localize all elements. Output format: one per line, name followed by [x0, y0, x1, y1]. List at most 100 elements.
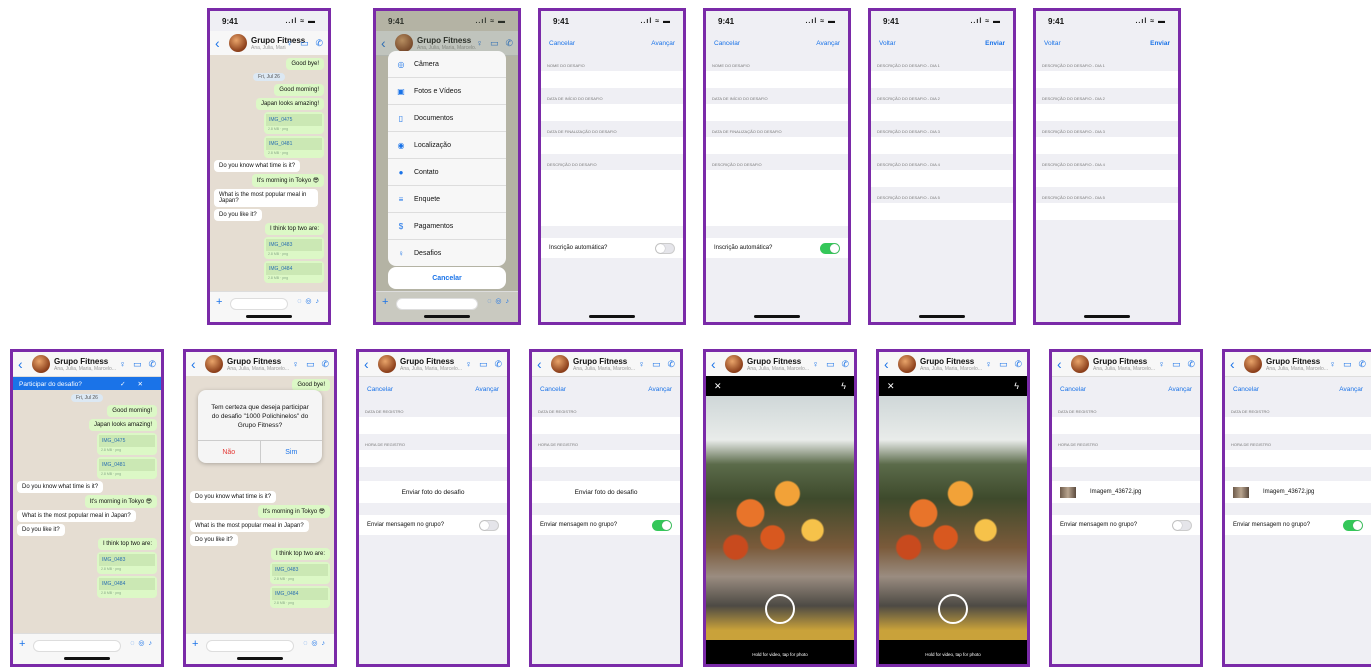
cancel-button[interactable]: Cancelar	[549, 40, 575, 47]
group-title[interactable]: Grupo FitnessAna, Julia, Maria, Marcelo.…	[920, 357, 985, 372]
image-message[interactable]: IMG_0481 2.8 MB · png	[97, 457, 157, 479]
message-out[interactable]: I think top two are:	[270, 548, 330, 560]
send-button[interactable]: Enviar	[985, 40, 1005, 47]
description-input[interactable]	[706, 170, 848, 226]
avatar[interactable]	[205, 355, 223, 373]
plus-icon[interactable]: +	[19, 638, 25, 650]
image-message[interactable]: IMG_0483 2.8 MB · png	[97, 552, 157, 574]
start-date-input[interactable]	[541, 104, 683, 121]
next-button[interactable]: Avançar	[475, 386, 499, 393]
message-in[interactable]: Do you like it?	[17, 524, 65, 536]
attached-image-row[interactable]: Imagem_43672.jpg	[1225, 481, 1371, 503]
avatar[interactable]	[725, 355, 743, 373]
day-2-input[interactable]	[1036, 104, 1178, 121]
send-message-toggle[interactable]	[1172, 519, 1192, 531]
description-input[interactable]	[541, 170, 683, 226]
video-icon[interactable]: ▭	[652, 359, 661, 370]
send-button[interactable]: Enviar	[1150, 40, 1170, 47]
group-title[interactable]: Grupo FitnessAna, Julia, Maria, Marcelo.…	[54, 357, 119, 372]
image-message[interactable]: IMG_0483 2.8 MB · png	[270, 562, 330, 584]
trophy-icon[interactable]: ♀	[638, 359, 645, 370]
attach-documents[interactable]: ▯ Documentos	[388, 105, 506, 132]
message-in[interactable]: What is the most popular meal in Japan?	[214, 189, 318, 207]
plus-icon[interactable]: +	[216, 296, 222, 308]
send-message-toggle[interactable]	[652, 519, 672, 531]
register-date-input[interactable]	[359, 417, 507, 434]
group-title[interactable]: Grupo FitnessAna, Julia, Maria, Marcelo.…	[227, 357, 292, 372]
close-icon[interactable]: ✕	[138, 381, 155, 388]
message-in[interactable]: What is the most popular meal in Japan?	[190, 520, 309, 532]
camera-icon[interactable]: ◎	[138, 640, 148, 647]
message-out[interactable]: Japan looks amazing!	[88, 419, 157, 431]
flash-icon[interactable]: ϟ	[841, 381, 846, 391]
chevron-left-icon[interactable]: ‹	[711, 356, 721, 372]
trophy-icon[interactable]: ♀	[1329, 359, 1336, 370]
day-5-input[interactable]	[871, 203, 1013, 220]
attach-payments[interactable]: $ Pagamentos	[388, 213, 506, 240]
message-in[interactable]: Do you like it?	[214, 209, 262, 221]
mic-icon[interactable]: ♪	[506, 298, 514, 305]
message-out[interactable]: It's morning in Tokyo 😎	[251, 174, 324, 187]
register-date-input[interactable]	[532, 417, 680, 434]
trophy-icon[interactable]: ♀	[1158, 359, 1165, 370]
message-input[interactable]	[33, 640, 121, 652]
group-title[interactable]: Grupo FitnessAna, Julia, Maria, Marcelo.…	[747, 357, 812, 372]
no-button[interactable]: Não	[198, 441, 261, 464]
send-photo-button[interactable]: Enviar foto do desafio	[359, 481, 507, 503]
register-hour-input[interactable]	[532, 450, 680, 467]
day-3-input[interactable]	[871, 137, 1013, 154]
image-message[interactable]: IMG_0484 2.8 MB · png	[97, 576, 157, 598]
message-in[interactable]: Do you know what time is it?	[17, 481, 104, 493]
camera-icon[interactable]: ◎	[495, 298, 505, 305]
day-1-input[interactable]	[1036, 71, 1178, 88]
trophy-icon[interactable]: ♀	[985, 359, 992, 370]
message-out[interactable]: It's morning in Tokyo 😎	[84, 495, 157, 508]
register-date-input[interactable]	[1052, 417, 1200, 434]
auto-signup-toggle[interactable]	[655, 242, 675, 254]
image-message[interactable]: IMG_0475 2.8 MB · png	[264, 112, 324, 134]
group-title[interactable]: Grupo FitnessAna, Julia, Maria, Marcelo.…	[573, 357, 638, 372]
message-in[interactable]: Do you know what time is it?	[214, 160, 301, 172]
chevron-left-icon[interactable]: ‹	[884, 356, 894, 372]
close-icon[interactable]: ✕	[887, 381, 895, 392]
phone-icon[interactable]: ✆	[321, 359, 329, 370]
avatar[interactable]	[229, 34, 247, 52]
avatar[interactable]	[898, 355, 916, 373]
group-title[interactable]: Grupo FitnessAna, Julia, Maria, Marcelo.…	[400, 357, 465, 372]
cancel-button[interactable]: Cancelar	[1060, 386, 1086, 393]
group-title[interactable]: Grupo FitnessAna, Julia, Maria, Marcelo.…	[1093, 357, 1158, 372]
mic-icon[interactable]: ♪	[322, 640, 330, 647]
video-icon[interactable]: ▭	[1172, 359, 1181, 370]
phone-icon[interactable]: ✆	[494, 359, 502, 370]
trophy-icon[interactable]: ♀	[119, 359, 126, 370]
day-1-input[interactable]	[871, 71, 1013, 88]
register-hour-input[interactable]	[359, 450, 507, 467]
chevron-left-icon[interactable]: ‹	[191, 356, 201, 372]
day-4-input[interactable]	[1036, 170, 1178, 187]
shutter-button[interactable]	[765, 594, 795, 624]
end-date-input[interactable]	[706, 137, 848, 154]
message-out[interactable]: Good morning!	[107, 405, 157, 417]
plus-icon[interactable]: +	[192, 638, 198, 650]
attach-location[interactable]: ◉ Localização	[388, 132, 506, 159]
video-icon[interactable]: ▭	[1343, 359, 1352, 370]
phone-icon[interactable]: ✆	[1187, 359, 1195, 370]
end-date-input[interactable]	[541, 137, 683, 154]
mic-icon[interactable]: ♪	[316, 298, 324, 305]
next-button[interactable]: Avançar	[1339, 386, 1363, 393]
image-message[interactable]: IMG_0475 2.8 MB · png	[97, 433, 157, 455]
message-in[interactable]: What is the most popular meal in Japan?	[17, 510, 136, 522]
attach-photos[interactable]: ▣ Fotos e Vídeos	[388, 78, 506, 105]
send-message-toggle[interactable]	[479, 519, 499, 531]
next-button[interactable]: Avançar	[1168, 386, 1192, 393]
message-out[interactable]: I think top two are:	[97, 538, 157, 550]
phone-icon[interactable]: ✆	[315, 38, 323, 49]
message-out[interactable]: It's morning in Tokyo 😎	[257, 505, 330, 518]
mic-icon[interactable]: ♪	[149, 640, 157, 647]
avatar[interactable]	[551, 355, 569, 373]
video-icon[interactable]: ▭	[133, 359, 142, 370]
back-button[interactable]: Voltar	[879, 40, 896, 47]
phone-icon[interactable]: ✆	[841, 359, 849, 370]
avatar[interactable]	[1071, 355, 1089, 373]
phone-icon[interactable]: ✆	[1014, 359, 1022, 370]
